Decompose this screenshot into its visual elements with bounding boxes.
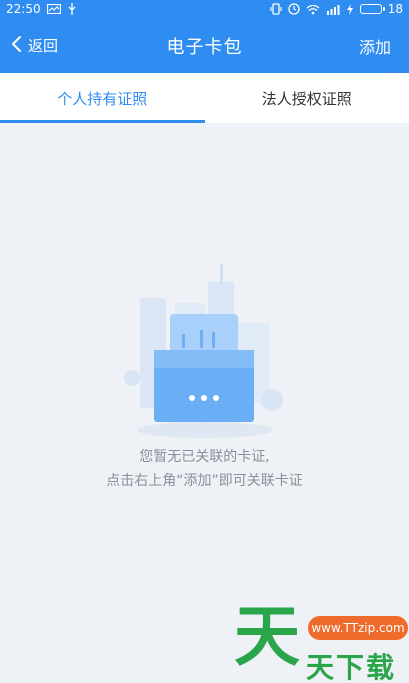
tab-legal-person-certificates[interactable]: 法人授权证照	[205, 73, 409, 123]
back-label: 返回	[28, 37, 59, 55]
battery-level: 18	[387, 2, 403, 16]
watermark-logo: 天 www.TTzip.com 天下载	[228, 602, 409, 683]
empty-state-message-line2: 点击右上角“添加”即可关联卡证	[106, 473, 303, 489]
add-button[interactable]: 添加	[359, 18, 391, 73]
page-title: 电子卡包	[166, 36, 243, 58]
status-time: 22:50	[6, 2, 41, 16]
chevron-left-icon	[10, 35, 22, 57]
wifi-icon	[306, 4, 320, 15]
empty-state-message-line1: 您暂无已关联的卡证,	[139, 449, 270, 465]
empty-card-holder-illustration	[124, 264, 283, 438]
signal-icon	[326, 4, 340, 15]
watermark-big-char: 天	[234, 598, 300, 675]
back-button[interactable]: 返回	[10, 18, 58, 73]
tab-personal-certificates[interactable]: 个人持有证照	[0, 73, 205, 123]
vibrate-icon	[270, 3, 282, 15]
alarm-icon	[288, 3, 300, 15]
watermark-url: www.TTzip.com	[308, 616, 408, 640]
battery-icon	[359, 4, 385, 14]
charging-icon	[346, 3, 354, 15]
app-bar: 电子卡包 返回 添加	[0, 18, 409, 73]
status-bar: 22:50 18	[0, 0, 409, 18]
watermark-text: 天下载	[306, 651, 397, 683]
tab-bar: 个人持有证照 法人授权证照	[0, 73, 409, 123]
usb-icon	[67, 3, 77, 15]
notification-icon	[46, 4, 61, 14]
content-area: 您暂无已关联的卡证, 点击右上角“添加”即可关联卡证	[0, 123, 409, 683]
